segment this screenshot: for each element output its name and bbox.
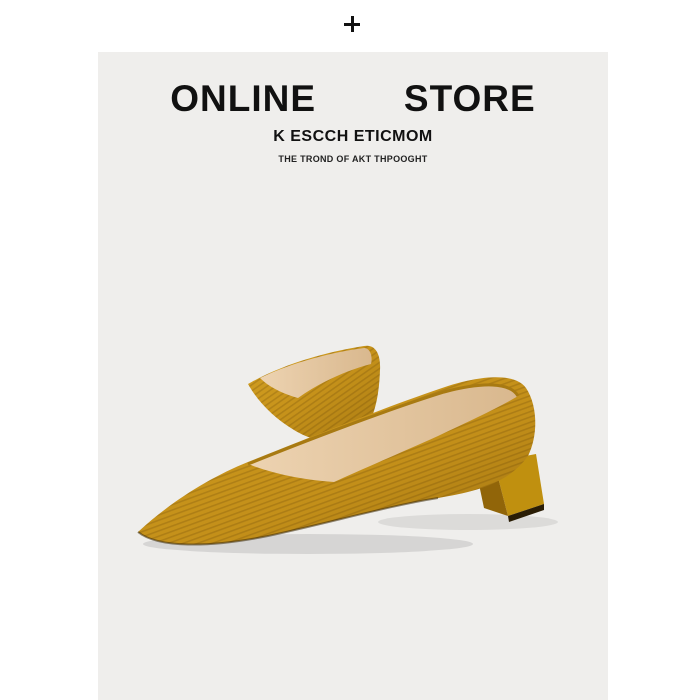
- shoe-product-image: [137, 345, 558, 554]
- plus-icon[interactable]: [342, 14, 362, 34]
- product-page: ONLINE STORE K ESCCH ETICMOM THE TROND O…: [0, 0, 700, 700]
- product-banner: ONLINE STORE K ESCCH ETICMOM THE TROND O…: [98, 52, 608, 700]
